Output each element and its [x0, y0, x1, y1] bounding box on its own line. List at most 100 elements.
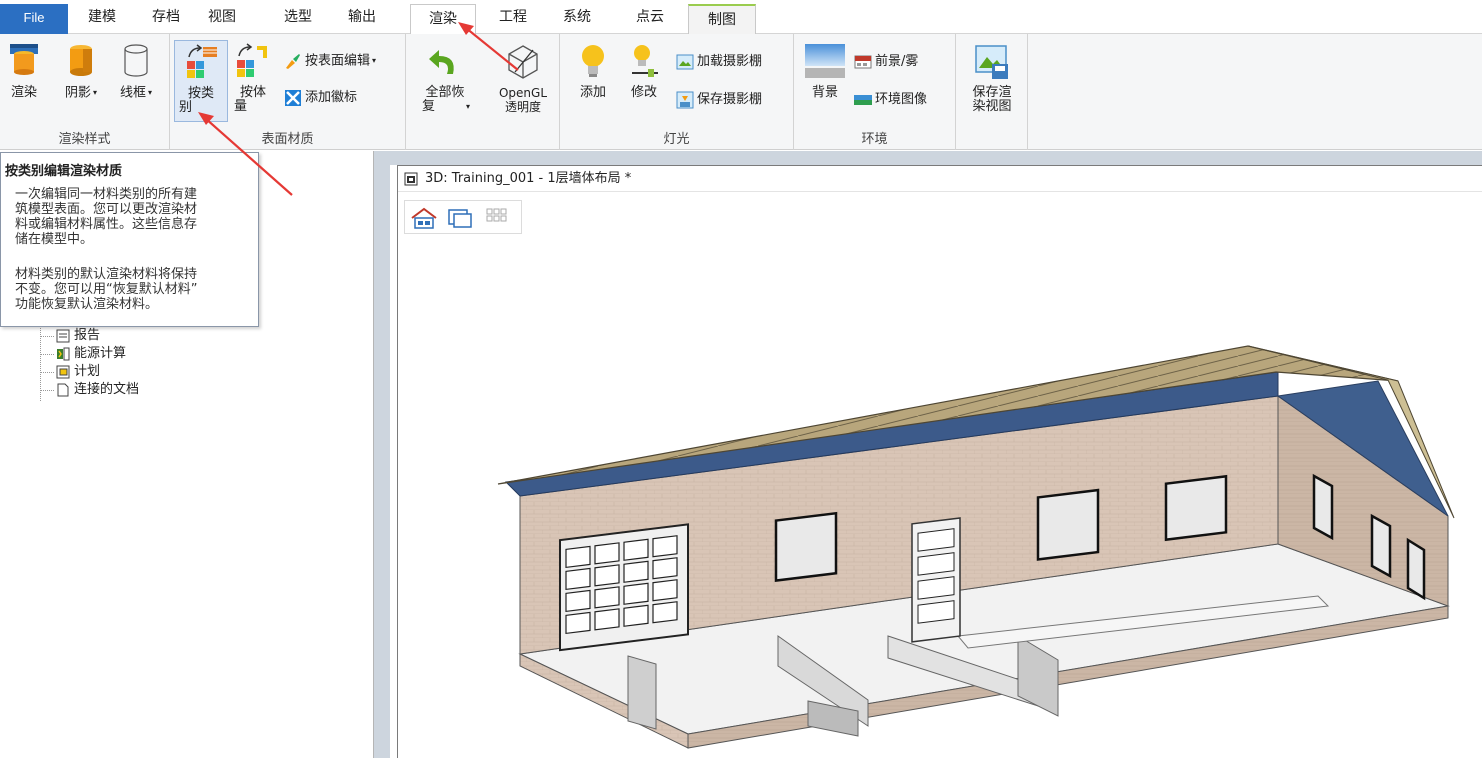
by-volume-label-line1: 按体 — [239, 85, 266, 100]
tree-item-label: 能源计算 — [74, 346, 127, 361]
save-studio-button[interactable]: 保存摄影棚 — [676, 90, 762, 112]
shadow-button[interactable]: 阴影 ▾ — [60, 42, 102, 101]
light-bulb-icon — [582, 45, 604, 77]
edit-by-surface-button[interactable]: 按表面编辑 ▾ — [284, 51, 376, 73]
tooltip-line: 材料类别的默认渲染材料将保持 — [15, 267, 198, 282]
environment-image-label: 环境图像 — [875, 92, 928, 107]
load-studio-label: 加载摄影棚 — [697, 54, 763, 69]
add-logo-icon — [285, 89, 301, 106]
viewport-top-strip — [390, 151, 1482, 165]
load-studio-icon — [676, 54, 694, 69]
document-icon — [57, 383, 69, 396]
viewport-frame[interactable]: 3D: Training_001 - 1层墙体布局 * — [397, 165, 1482, 758]
tab-system[interactable]: 系统 — [557, 6, 597, 28]
modify-light-label: 修改 — [630, 85, 657, 100]
foreground-fog-label: 前景/雾 — [875, 54, 919, 69]
house-3d-model[interactable] — [398, 166, 1482, 758]
tooltip-line: 功能恢复默认渲染材料。 — [15, 297, 159, 312]
group-label-lighting: 灯光 — [663, 132, 690, 147]
tab-point-cloud[interactable]: 点云 — [630, 6, 670, 28]
background-button[interactable]: 背景 — [804, 42, 846, 100]
tooltip-line: 不变。您可以用“恢复默认材料” — [15, 282, 198, 297]
add-logo-label: 添加徽标 — [305, 90, 358, 105]
tab-archive[interactable]: 存档 — [146, 6, 186, 28]
undo-arrow-icon — [429, 50, 454, 74]
environment-image-button[interactable]: 环境图像 — [854, 90, 927, 112]
shadow-label: 阴影 — [64, 85, 91, 101]
transparency-cube-icon — [508, 45, 538, 79]
tree-item-plan[interactable]: 计划 — [40, 364, 100, 380]
load-studio-button[interactable]: 加载摄影棚 — [676, 52, 762, 74]
wireframe-button[interactable]: 线框 ▾ — [114, 42, 158, 101]
tooltip-line: 一次编辑同一材料类别的所有建 — [15, 187, 198, 202]
3d-viewport[interactable]: 3D: Training_001 - 1层墙体布局 * — [390, 151, 1482, 758]
save-render-label-line1: 保存渲 — [972, 85, 1012, 100]
tab-modeling[interactable]: 建模 — [82, 6, 122, 28]
save-studio-label: 保存摄影棚 — [697, 92, 763, 107]
tree-item-label: 报告 — [74, 328, 101, 343]
shadow-icon — [70, 45, 92, 76]
tree-item-label: 连接的文档 — [74, 382, 140, 397]
tree-item-energy[interactable]: 能源计算 — [40, 346, 126, 362]
opengl-transparency-button[interactable]: OpenGL 透明度 — [494, 42, 552, 114]
render-icon — [10, 44, 38, 75]
tab-project[interactable]: 工程 — [493, 6, 533, 28]
tab-selection[interactable]: 选型 — [278, 6, 318, 28]
group-environment: 背景 前景/雾 环境图像 环境 — [794, 34, 956, 150]
wireframe-label: 线框 — [119, 85, 146, 101]
save-render-icon — [975, 45, 1008, 79]
by-category-button[interactable]: 按类 别 — [174, 40, 228, 122]
tab-view[interactable]: 视图 — [202, 6, 242, 28]
plan-icon — [56, 365, 70, 378]
by-category-label-line2: 别 — [179, 100, 193, 115]
tooltip-line: 筑模型表面。您可以更改渲染材 — [15, 202, 198, 217]
by-volume-button[interactable]: 按体 量 — [230, 42, 276, 114]
save-render-label-line2: 染视图 — [972, 99, 1012, 114]
tooltip-paragraph-1: 一次编辑同一材料类别的所有建 筑模型表面。您可以更改渲染材 料或编辑材料属性。这… — [15, 187, 255, 247]
foreground-fog-button[interactable]: 前景/雾 — [854, 52, 918, 74]
light-adjust-icon — [632, 45, 658, 77]
save-render-view-button[interactable]: 保存渲 染视图 — [964, 42, 1020, 114]
restore-all-button[interactable]: 全部恢 复 ▾ — [414, 42, 476, 114]
background-label: 背景 — [811, 85, 838, 100]
opengl-label-line2: 透明度 — [504, 100, 541, 114]
group-label-surface-material: 表面材质 — [261, 132, 314, 147]
tab-file[interactable]: File — [0, 4, 68, 34]
background-icon — [805, 44, 845, 78]
by-category-icon — [187, 44, 217, 78]
render-button[interactable]: 渲染 — [6, 42, 42, 100]
add-light-label: 添加 — [579, 85, 606, 100]
edit-by-surface-label: 按表面编辑 — [305, 53, 371, 69]
tree-item-report[interactable]: 报告 — [40, 328, 100, 344]
render-label: 渲染 — [10, 85, 37, 100]
tab-drafting[interactable]: 制图 — [688, 4, 756, 34]
tree-item-linked-docs[interactable]: 连接的文档 — [40, 382, 139, 398]
tooltip-line: 料或编辑材料属性。这些信息存 — [15, 217, 198, 232]
by-volume-label-line2: 量 — [234, 99, 248, 114]
tab-output[interactable]: 输出 — [342, 6, 382, 28]
pane-splitter[interactable] — [374, 151, 390, 758]
paint-brush-icon — [286, 54, 300, 69]
energy-icon — [57, 347, 70, 360]
group-surface-material: 按类 别 按体 量 按表面编辑 ▾ 添加徽标 表面材质 — [170, 34, 406, 150]
add-logo-button[interactable]: 添加徽标 — [284, 88, 357, 110]
tooltip-line: 储在模型中。 — [15, 232, 94, 247]
tooltip-paragraph-2: 材料类别的默认渲染材料将保持 不变。您可以用“恢复默认材料” 功能恢复默认渲染材… — [15, 267, 255, 312]
menu-bar: File 建模 存档 视图 选型 输出 渲染 工程 系统 点云 制图 — [0, 0, 1482, 35]
tree-item-label: 计划 — [74, 364, 101, 379]
by-volume-icon — [237, 43, 267, 77]
group-restore: 全部恢 复 ▾ OpenGL 透明度 — [406, 34, 560, 150]
opengl-label-line1: OpenGL — [498, 86, 548, 100]
wireframe-icon — [124, 44, 148, 77]
group-label-render-style: 渲染样式 — [58, 132, 111, 147]
add-light-button[interactable]: 添加 — [574, 42, 612, 100]
environment-image-icon — [854, 94, 872, 105]
fog-icon — [854, 55, 872, 68]
group-render-style: 渲染 阴影 ▾ 线框 ▾ 渲染样式 — [0, 34, 170, 150]
group-save-render: 保存渲 染视图 — [956, 34, 1028, 150]
tab-render[interactable]: 渲染 — [410, 4, 476, 35]
tooltip-title: 按类别编辑渲染材质 — [5, 164, 123, 179]
ribbon: 渲染 阴影 ▾ 线框 ▾ 渲染样式 按类 别 按体 量 按表面编辑 ▾ 添加徽标 表面… — [0, 34, 1482, 150]
modify-light-button[interactable]: 修改 — [624, 42, 664, 100]
save-studio-icon — [676, 91, 694, 108]
